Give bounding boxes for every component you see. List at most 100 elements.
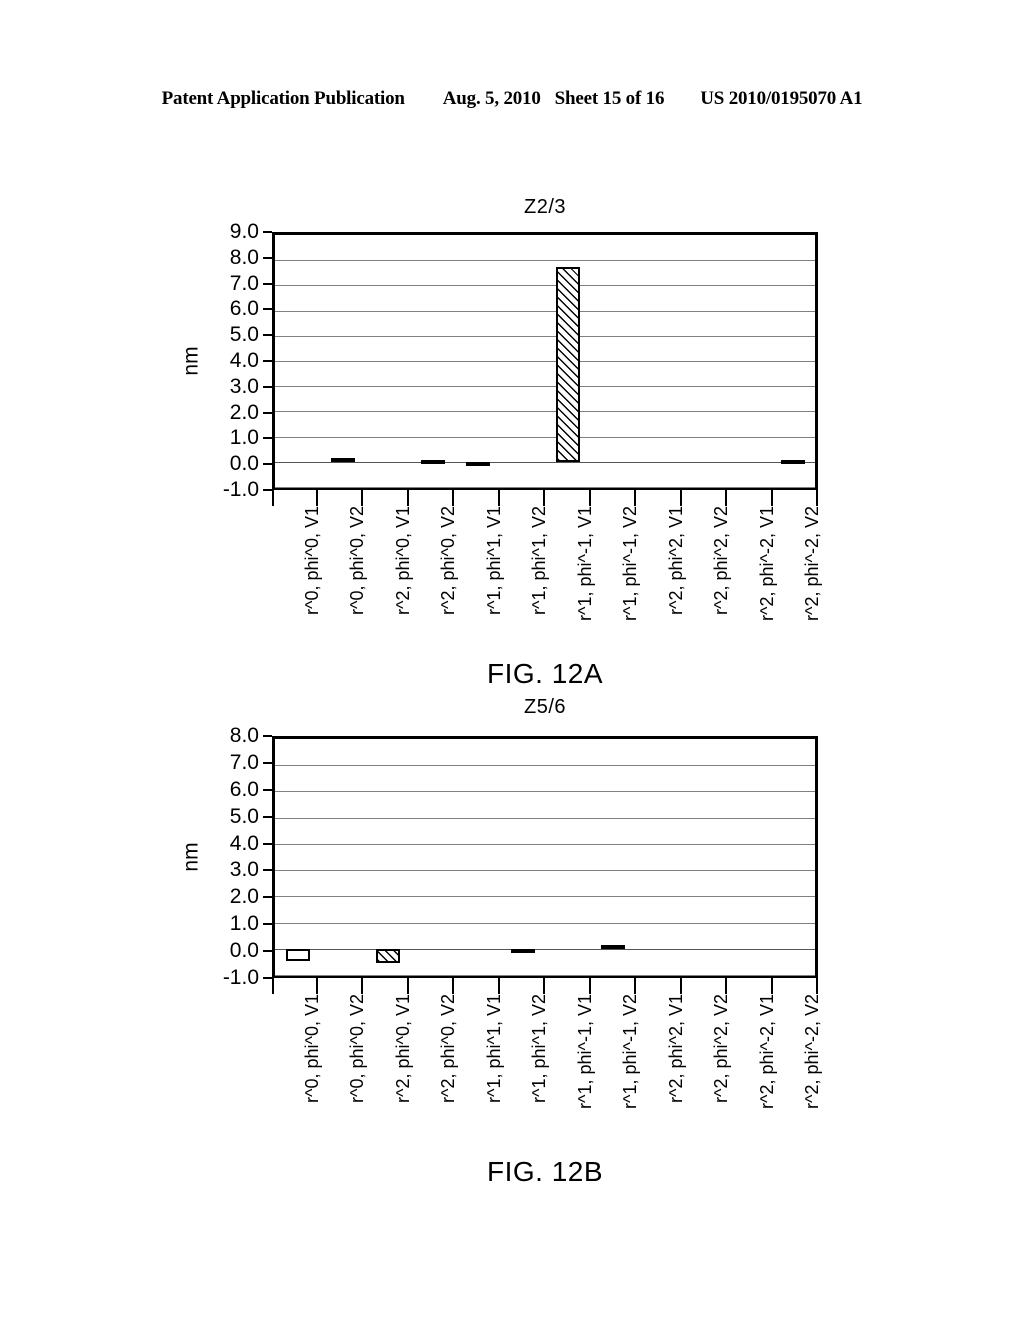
y-tick-label: 4.0	[229, 349, 259, 372]
x-axis-label-cell: r^0, phi^0, V2	[318, 506, 367, 646]
y-tick-mark	[263, 923, 272, 926]
x-axis-tick	[318, 490, 364, 506]
y-tick-label: 3.0	[229, 858, 259, 882]
y-tick-label: 1.0	[229, 912, 259, 936]
x-axis-label-cell: r^2, phi^-2, V2	[773, 994, 823, 1134]
bar	[555, 266, 580, 462]
x-axis-tick	[636, 490, 682, 506]
bar-slot	[455, 739, 500, 975]
y-tick-mark	[263, 788, 272, 791]
x-axis-tick	[727, 978, 773, 994]
chart-title-b: Z5/6	[523, 696, 567, 718]
x-axis-label: r^2, phi^-2, V2	[802, 994, 823, 1109]
bar-slot	[590, 235, 635, 487]
y-tick-label: 8.0	[229, 245, 259, 269]
x-axis-label-cell: r^0, phi^0, V1	[272, 506, 322, 646]
x-axis-label-cell: r^1, phi^1, V2	[500, 994, 549, 1134]
bar-slot	[635, 739, 680, 975]
x-axis-label-cell: r^2, phi^-2, V2	[773, 506, 823, 646]
x-axis-label-cell: r^0, phi^0, V2	[318, 994, 367, 1134]
x-axis-label-cell: r^2, phi^0, V2	[409, 994, 458, 1134]
y-tick-mark	[263, 842, 272, 845]
bar-slot	[725, 235, 770, 487]
x-axis-label-cell: r^2, phi^2, V2	[682, 506, 731, 646]
x-axis-tick	[773, 978, 819, 994]
y-tick-mark	[263, 977, 272, 979]
x-axis-label-cell: r^2, phi^2, V2	[682, 994, 731, 1134]
x-axis-tick	[591, 490, 637, 506]
x-axis-labels-b: r^0, phi^0, V1 r^0, phi^0, V2 r^2, phi^0, …	[272, 994, 823, 1134]
y-tick-label: -1.0	[222, 478, 259, 501]
x-axis-tick	[409, 978, 455, 994]
plot-area-b	[272, 736, 818, 978]
x-axis-tick	[318, 978, 364, 994]
x-axis-tick	[272, 978, 318, 994]
bar-series-a	[275, 235, 815, 487]
x-axis-label: r^2, phi^-2, V2	[802, 506, 823, 621]
x-axis-tick	[500, 978, 546, 994]
y-tick-mark	[263, 896, 272, 899]
x-axis-labels-a: r^0, phi^0, V1 r^0, phi^0, V2 r^2, phi^0, …	[272, 506, 823, 646]
bar-slot	[320, 235, 365, 487]
bar-slot	[500, 739, 545, 975]
x-axis-label-cell: r^2, phi^2, V1	[636, 994, 686, 1134]
y-tick-mark	[263, 463, 272, 466]
chart-title-a: Z2/3	[523, 196, 567, 218]
y-tick-label: 3.0	[229, 374, 259, 398]
x-axis-label-cell: r^1, phi^-1, V2	[591, 506, 640, 646]
bar-slot	[320, 739, 365, 975]
y-tick-mark	[263, 950, 272, 953]
y-tick-mark	[263, 282, 272, 285]
y-tick-mark	[263, 815, 272, 818]
x-axis-tick	[682, 490, 728, 506]
x-axis-ticks-a	[272, 490, 818, 506]
y-tick-mark	[263, 334, 272, 337]
x-axis-tick	[363, 978, 409, 994]
x-axis-tick	[545, 490, 591, 506]
publication-label: Patent Application Publication	[161, 88, 405, 109]
y-tick-mark	[263, 489, 272, 491]
bar-slot	[770, 739, 815, 975]
bar	[330, 457, 355, 462]
y-tick-mark	[263, 437, 272, 440]
sheet-number: Sheet 15 of 16	[554, 88, 665, 109]
bar	[600, 945, 625, 950]
y-tick-mark	[263, 308, 272, 311]
y-tick-mark	[263, 411, 272, 414]
y-tick-label: 4.0	[229, 831, 259, 855]
bar-slot	[275, 235, 320, 487]
x-axis-label-cell: r^2, phi^0, V1	[363, 994, 413, 1134]
x-axis-label-cell: r^2, phi^2, V1	[636, 506, 686, 646]
gridline	[275, 487, 815, 488]
bar-slot	[725, 739, 770, 975]
x-axis-tick	[272, 490, 318, 506]
x-axis-tick	[636, 978, 682, 994]
bar-slot	[410, 235, 455, 487]
y-tick-label: 5.0	[229, 323, 259, 347]
figure-caption-b: FIG. 12B	[486, 1156, 604, 1187]
x-axis-tick	[682, 978, 728, 994]
bar-slot	[455, 235, 500, 487]
y-tick-label: 6.0	[229, 297, 259, 321]
y-axis-b: 8.0 7.0 6.0 5.0 4.0 3.0 2.0 1.0 0.0 -1.0	[152, 724, 272, 989]
y-tick-label: 0.0	[229, 939, 259, 963]
y-tick-label: 2.0	[229, 400, 259, 424]
publication-date: Aug. 5, 2010	[442, 88, 541, 109]
y-tick-mark	[263, 761, 272, 764]
y-tick-mark	[263, 231, 272, 233]
bar-slot	[590, 739, 635, 975]
bar	[780, 459, 805, 464]
x-axis-label-cell: r^1, phi^-1, V1	[545, 994, 595, 1134]
y-tick-label: 2.0	[229, 885, 259, 909]
patent-number: US 2010/0195070 A1	[700, 88, 863, 109]
bar-series-b	[275, 739, 815, 975]
y-tick-label: 0.0	[229, 452, 259, 476]
x-axis-tick	[545, 978, 591, 994]
bar-slot	[365, 235, 410, 487]
bar-slot	[680, 739, 725, 975]
y-tick-label: 7.0	[229, 271, 259, 295]
y-tick-label: 1.0	[229, 426, 259, 450]
page-header: Patent Application Publication Aug. 5, 2…	[0, 88, 1024, 110]
bar-slot	[275, 739, 320, 975]
x-axis-tick	[363, 490, 409, 506]
